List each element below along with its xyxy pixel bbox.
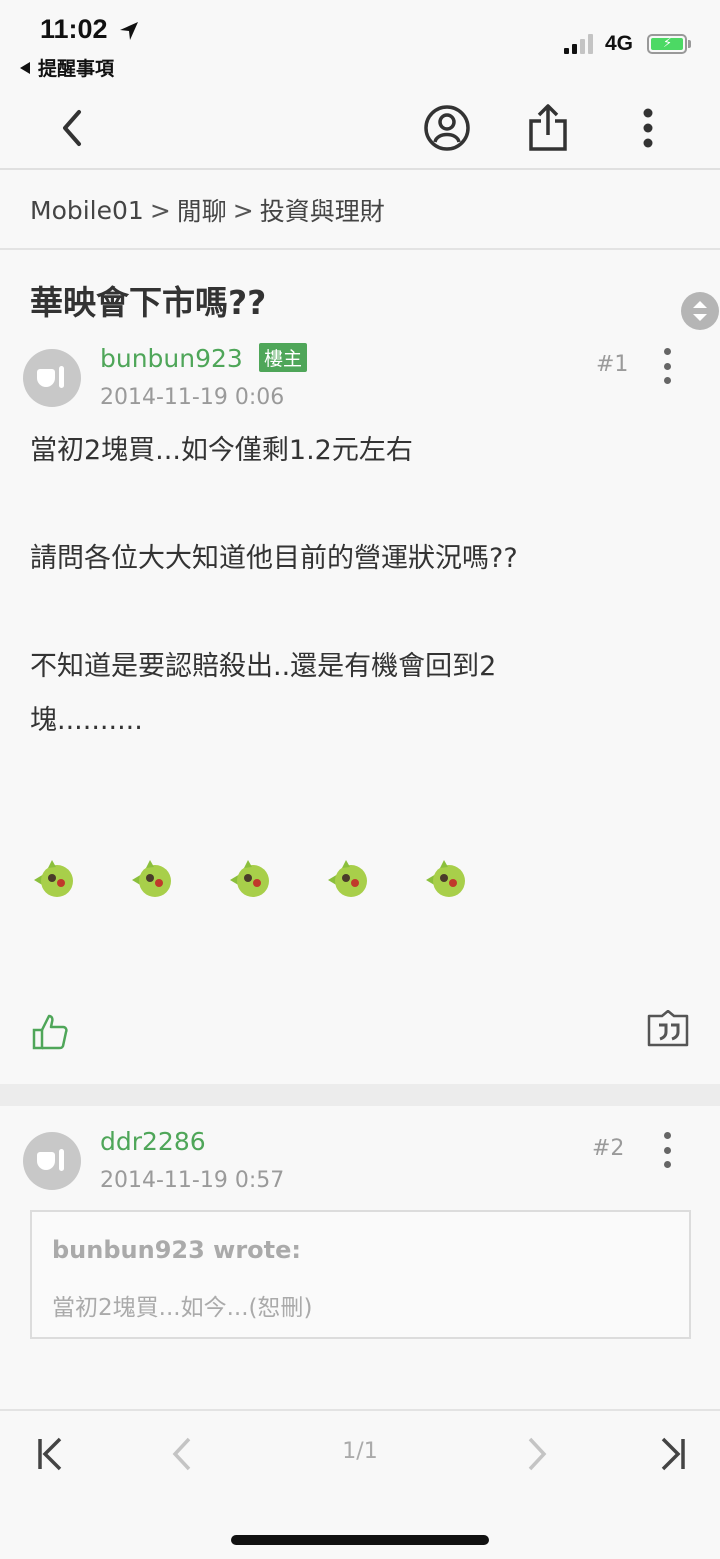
battery-icon: ⚡ bbox=[647, 34, 687, 54]
back-app-label: 提醒事項 bbox=[38, 58, 115, 80]
more-button[interactable] bbox=[618, 98, 678, 158]
floor-number: #2 bbox=[592, 1136, 625, 1161]
page-indicator: 1/1 bbox=[342, 1439, 378, 1464]
home-indicator bbox=[231, 1535, 489, 1545]
chevron-left-icon bbox=[172, 1437, 191, 1471]
breadcrumb-item-investment[interactable]: 投資與理財 bbox=[260, 192, 385, 228]
status-bar: 11:02 提醒事項 4G ⚡ bbox=[0, 0, 720, 86]
location-arrow-icon bbox=[120, 22, 138, 40]
back-button[interactable] bbox=[42, 98, 102, 158]
post-timestamp: 2014-11-19 0:06 bbox=[100, 385, 285, 410]
scroll-arrows-icon bbox=[693, 301, 707, 321]
breadcrumb-separator: > bbox=[232, 195, 254, 225]
post-more-button[interactable] bbox=[657, 348, 677, 384]
post-more-button[interactable] bbox=[657, 1132, 677, 1168]
more-vertical-icon bbox=[643, 108, 653, 148]
post-divider bbox=[0, 1084, 720, 1106]
last-page-icon bbox=[661, 1437, 685, 1471]
chevron-right-icon bbox=[528, 1437, 547, 1471]
breadcrumb: Mobile01 > 閒聊 > 投資與理財 bbox=[0, 172, 720, 250]
battery-tip bbox=[688, 40, 691, 48]
bottom-pager: 1/1 bbox=[0, 1409, 720, 1559]
quote-box: bunbun923 wrote: 當初2塊買...如今...(恕刪) bbox=[30, 1210, 691, 1339]
quote-reply-icon[interactable] bbox=[646, 1010, 690, 1048]
floor-number: #1 bbox=[596, 352, 629, 377]
chevron-left-icon bbox=[63, 110, 81, 146]
scroll-handle[interactable] bbox=[681, 292, 719, 330]
post-body: 當初2塊買...如今僅剩1.2元左右 請問各位大大知道他目前的營運狀況嗎?? 不… bbox=[30, 424, 670, 748]
green-bird-emoji-icon bbox=[230, 860, 269, 897]
quote-author: bunbun923 wrote: bbox=[52, 1236, 301, 1264]
green-bird-emoji-icon bbox=[132, 860, 171, 897]
back-to-app-link[interactable]: 提醒事項 bbox=[20, 54, 114, 81]
avatar[interactable] bbox=[23, 1132, 81, 1190]
share-button[interactable] bbox=[518, 98, 578, 158]
back-triangle-icon bbox=[20, 61, 30, 74]
op-badge: 樓主 bbox=[259, 343, 308, 372]
post-line: 不知道是要認賠殺出..還是有機會回到2 bbox=[30, 651, 497, 682]
status-time: 11:02 bbox=[40, 14, 108, 44]
first-page-icon bbox=[38, 1437, 62, 1471]
quote-text[interactable]: 當初2塊買...如今...(恕刪) bbox=[52, 1288, 312, 1322]
network-type: 4G bbox=[605, 32, 634, 55]
post-author[interactable]: bunbun923 bbox=[100, 344, 243, 373]
breadcrumb-item-mobile01[interactable]: Mobile01 bbox=[30, 196, 144, 225]
post-line-blank bbox=[30, 586, 670, 640]
like-thumb-icon[interactable] bbox=[30, 1012, 70, 1052]
green-bird-emoji-icon bbox=[426, 860, 465, 897]
share-icon bbox=[529, 104, 567, 151]
prev-page-button[interactable] bbox=[157, 1429, 207, 1479]
first-page-button[interactable] bbox=[25, 1429, 75, 1479]
top-toolbar bbox=[0, 86, 720, 170]
next-page-button[interactable] bbox=[512, 1429, 562, 1479]
post-line: 當初2塊買...如今僅剩1.2元左右 bbox=[30, 435, 413, 466]
green-bird-emoji-icon bbox=[328, 860, 367, 897]
avatar[interactable] bbox=[23, 349, 81, 407]
cellular-signal-icon bbox=[564, 34, 593, 54]
green-bird-emoji-icon bbox=[34, 860, 73, 897]
breadcrumb-separator: > bbox=[149, 195, 171, 225]
emoji-row bbox=[30, 854, 518, 904]
post-line: 請問各位大大知道他目前的營運狀況嗎?? bbox=[30, 543, 518, 574]
profile-button[interactable] bbox=[417, 98, 477, 158]
breadcrumb-item-chat[interactable]: 閒聊 bbox=[177, 192, 227, 228]
last-page-button[interactable] bbox=[648, 1429, 698, 1479]
post-timestamp: 2014-11-19 0:57 bbox=[100, 1168, 285, 1193]
user-circle-icon bbox=[424, 105, 470, 151]
thread-title: 華映會下市嗎?? bbox=[30, 283, 267, 322]
post-line: 塊.......... bbox=[30, 705, 143, 736]
post-line-blank bbox=[30, 478, 670, 532]
post-author[interactable]: ddr2286 bbox=[100, 1127, 206, 1156]
